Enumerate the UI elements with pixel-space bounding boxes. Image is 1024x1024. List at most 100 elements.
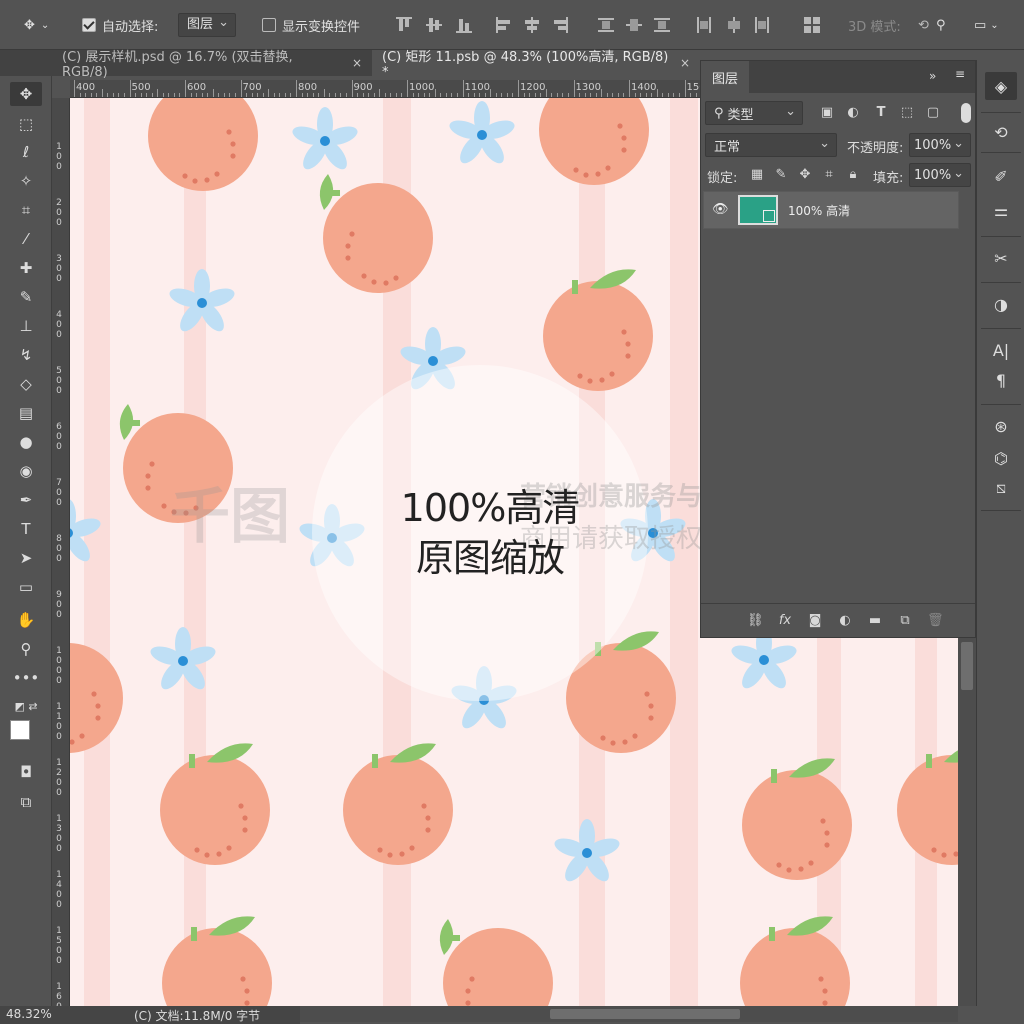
paths-panel-icon[interactable]: ⌬ xyxy=(985,444,1017,472)
tab-mockup-psd[interactable]: (C) 展示样机.psd @ 16.7% (双击替换, RGB/8) × xyxy=(52,50,372,80)
distribute-right-icon[interactable] xyxy=(754,17,770,33)
filter-smart-object-icon[interactable]: ▢ xyxy=(925,105,941,121)
auto-select-target-dropdown[interactable]: 图层 xyxy=(178,12,237,38)
distribute-horizontal-center-icon[interactable] xyxy=(726,17,742,33)
brush-tool-icon[interactable]: ✎ xyxy=(10,285,42,309)
lock-position-icon[interactable]: ✥ xyxy=(797,167,813,183)
hand-tool-icon[interactable]: ✋ xyxy=(10,608,42,632)
scroll-thumb[interactable] xyxy=(550,1009,740,1019)
tool-presets-icon[interactable]: ✂ xyxy=(985,244,1017,272)
layers-panel-tab[interactable]: 图层 xyxy=(701,61,749,93)
align-top-icon[interactable] xyxy=(396,17,412,33)
zoom-level[interactable]: 48.32% xyxy=(6,1007,52,1021)
distribute-vertical-center-icon[interactable] xyxy=(626,17,642,33)
auto-select-checkbox[interactable]: 自动选择: xyxy=(82,12,158,38)
rectangle-tool-icon[interactable]: ▭ xyxy=(10,575,42,599)
layers-panel-icon[interactable]: ◈ xyxy=(985,72,1017,100)
layer-name[interactable]: 100% 高清 xyxy=(788,202,850,219)
align-right-icon[interactable] xyxy=(552,17,568,33)
properties-panel-icon[interactable]: ⧅ xyxy=(985,474,1017,502)
zoom-tool-icon[interactable]: ⚲ xyxy=(10,637,42,661)
lock-all-icon[interactable]: 🔒︎ xyxy=(845,167,861,183)
fill-field[interactable]: 100% ⌄ xyxy=(909,163,971,187)
delete-layer-icon[interactable]: 🗑︎ xyxy=(927,613,944,629)
layers-panel-footer: ⛓︎ fx ◙ ◐ ▬ ⧉ 🗑︎ xyxy=(701,603,975,637)
filter-shape-icon[interactable]: ⬚ xyxy=(899,105,915,121)
path-selection-tool-icon[interactable]: ➤ xyxy=(10,546,42,570)
layer-row[interactable]: 👁︎ 100% 高清 xyxy=(703,191,959,229)
search-icon[interactable]: ⚲ xyxy=(936,12,946,38)
stamp-tool-icon[interactable]: ⊥ xyxy=(10,314,42,338)
auto-align-layers-icon[interactable] xyxy=(804,17,820,33)
type-tool-icon[interactable]: T xyxy=(10,517,42,541)
distribute-top-icon[interactable] xyxy=(598,17,614,33)
vertical-scrollbar[interactable] xyxy=(958,638,976,1006)
distribute-left-icon[interactable] xyxy=(696,17,712,33)
lock-artboard-icon[interactable]: ⌗ xyxy=(821,167,837,183)
eraser-tool-icon[interactable]: ◇ xyxy=(10,372,42,396)
scroll-thumb[interactable] xyxy=(961,642,973,690)
default-colors-icon[interactable]: ◩ ⇄ xyxy=(10,694,42,718)
layer-style-fx-icon[interactable]: fx xyxy=(777,613,793,629)
gradient-tool-icon[interactable]: ▤ xyxy=(10,401,42,425)
blend-mode-dropdown[interactable]: 正常 ⌄ xyxy=(705,133,837,157)
lock-image-pixels-icon[interactable]: ✎ xyxy=(773,167,789,183)
character-panel-icon[interactable]: A| xyxy=(985,336,1017,364)
workspace-icon[interactable]: ▭ ⌄ xyxy=(974,12,999,38)
lasso-tool-icon[interactable]: ℓ xyxy=(10,140,42,164)
layer-filter-dropdown[interactable]: ⚲ 类型 ⌄ xyxy=(705,101,803,125)
move-tool-icon[interactable]: ✥ xyxy=(10,82,42,106)
horizontal-scrollbar[interactable] xyxy=(300,1006,958,1022)
tab-rectangle-psb[interactable]: (C) 矩形 11.psb @ 48.3% (100%高清, RGB/8) * … xyxy=(372,50,700,80)
ruler-tick-label: 1 0 0 0 xyxy=(56,646,62,686)
healing-brush-tool-icon[interactable]: ✚ xyxy=(10,256,42,280)
ruler-tick-label: 5 0 0 xyxy=(56,366,62,396)
orange-stem xyxy=(572,280,578,294)
paragraph-panel-icon[interactable]: ¶ xyxy=(985,366,1017,394)
align-horizontal-center-icon[interactable] xyxy=(524,17,540,33)
adjustments-panel-icon[interactable]: ◑ xyxy=(985,290,1017,318)
magic-wand-tool-icon[interactable]: ✧ xyxy=(10,169,42,193)
ruler-tick-label: 400 xyxy=(76,82,96,93)
new-adjustment-layer-icon[interactable]: ◐ xyxy=(837,613,853,629)
hd-overlay-caption: 100%高清 原图缩放 xyxy=(380,483,600,583)
move-tool-preset-icon[interactable]: ✥ ⌄ xyxy=(24,12,49,38)
blur-tool-icon[interactable]: ● xyxy=(10,430,42,454)
brush-settings-icon[interactable]: ⚌ xyxy=(985,196,1017,224)
align-vertical-center-icon[interactable] xyxy=(426,17,442,33)
screen-mode-icon[interactable]: ⧉ xyxy=(10,790,42,814)
crop-tool-icon[interactable]: ⌗ xyxy=(10,198,42,222)
link-layers-icon[interactable]: ⛓︎ xyxy=(747,613,764,629)
close-icon[interactable]: × xyxy=(680,56,690,70)
align-left-icon[interactable] xyxy=(496,17,512,33)
foreground-color-swatch[interactable] xyxy=(10,720,30,740)
history-brush-tool-icon[interactable]: ↯ xyxy=(10,343,42,367)
3d-rotate-icon[interactable]: ⟲ xyxy=(918,12,929,38)
show-transform-controls-checkbox[interactable]: 显示变换控件 xyxy=(262,12,360,38)
collapse-panel-icon[interactable]: » xyxy=(929,69,936,83)
quick-mask-icon[interactable]: ◘ xyxy=(10,760,42,784)
distribute-bottom-icon[interactable] xyxy=(654,17,670,33)
panel-menu-icon[interactable]: ≡ xyxy=(955,67,965,81)
opacity-field[interactable]: 100% ⌄ xyxy=(909,133,971,157)
channels-panel-icon[interactable]: ⊛ xyxy=(985,412,1017,440)
filter-pixel-icon[interactable]: ▣ xyxy=(819,105,835,121)
pen-tool-icon[interactable]: ✒ xyxy=(10,488,42,512)
marquee-tool-icon[interactable]: ⬚ xyxy=(10,112,42,136)
filter-toggle[interactable] xyxy=(961,103,971,123)
lock-transparent-pixels-icon[interactable]: ▦ xyxy=(749,167,765,183)
brush-panel-icon[interactable]: ✐ xyxy=(985,162,1017,190)
dodge-tool-icon[interactable]: ◉ xyxy=(10,459,42,483)
filter-type-icon[interactable]: T xyxy=(873,105,889,121)
close-icon[interactable]: × xyxy=(352,56,362,70)
more-tools-icon[interactable]: ••• xyxy=(10,666,42,690)
eye-icon[interactable]: 👁︎ xyxy=(712,202,729,217)
align-bottom-icon[interactable] xyxy=(456,17,472,33)
search-icon: ⚲ xyxy=(714,105,724,121)
new-layer-icon[interactable]: ⧉ xyxy=(897,613,913,629)
filter-adjustment-icon[interactable]: ◐ xyxy=(845,105,861,121)
add-mask-icon[interactable]: ◙ xyxy=(807,613,823,629)
history-panel-icon[interactable]: ⟲ xyxy=(985,118,1017,146)
new-group-icon[interactable]: ▬ xyxy=(867,613,883,629)
eyedropper-tool-icon[interactable]: ⁄ xyxy=(10,227,42,251)
